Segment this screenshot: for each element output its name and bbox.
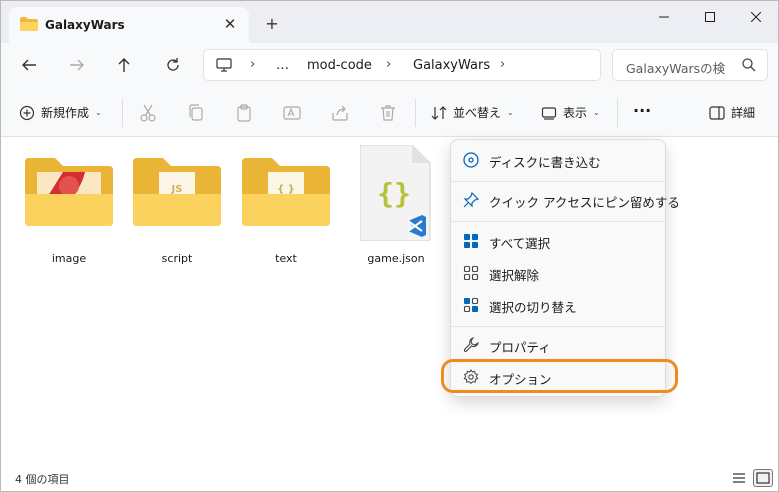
file-name: image [51,252,87,265]
view-button[interactable]: 表示 ⌄ [541,104,600,121]
refresh-button[interactable] [159,53,187,77]
paste-icon[interactable] [234,103,254,123]
wrench-icon [463,337,479,353]
command-bar: 新規作成 ⌄ 並べ替え ⌄ 表示 ⌄ ··· 詳細 [1,89,778,137]
new-label: 新規作成 [41,106,90,120]
up-button[interactable] [110,53,138,77]
file-name: script [161,252,193,265]
refresh-icon [167,58,179,71]
breadcrumb-separator-icon: › [250,57,256,72]
search-box[interactable]: GalaxyWarsの検 [612,49,768,81]
menu-divider [451,181,665,182]
details-pane-icon [709,105,725,120]
copy-icon[interactable] [186,103,206,123]
menu-divider [451,326,665,327]
menu-item-invert-selection[interactable]: 選択の切り替え [455,290,663,320]
tab-bar: GalaxyWars ✕ + [1,1,778,43]
plus-circle-icon [19,105,35,120]
menu-divider [451,221,665,222]
new-tab-button[interactable]: + [263,15,281,33]
close-tab-icon[interactable]: ✕ [221,15,239,33]
divider [122,99,123,127]
list-view-icon [733,473,745,483]
options-highlight-ring [441,359,678,393]
pin-icon [463,192,479,208]
chevron-down-icon: ⌄ [507,108,514,117]
search-icon [742,58,756,72]
menu-item-select-all[interactable]: すべて選択 [455,226,663,256]
select-all-icon [464,234,478,248]
details-view-button[interactable] [729,469,749,487]
more-options-button[interactable]: ··· [633,101,651,120]
menu-item-pin-quick-access[interactable]: クイック アクセスにピン留めする [455,185,680,215]
file-explorer-window: GalaxyWars ✕ + › … mod-code › GalaxyWars… [0,0,779,492]
folder-icon: { } [242,158,330,226]
select-none-icon [463,265,479,281]
menu-item-select-none[interactable]: 選択解除 [455,258,663,288]
chevron-down-icon: ⌄ [95,108,102,117]
menu-item-burn-to-disc[interactable]: ディスクに書き込む [455,145,663,175]
maximize-icon [705,12,715,22]
invert-selection-icon [463,297,479,313]
disc-icon [463,152,479,168]
search-placeholder: GalaxyWarsの検 [626,61,726,76]
status-bar: 4 個の項目 [1,463,778,491]
sort-label: 並べ替え [453,106,502,120]
menu-item-label: ディスクに書き込む [489,155,601,170]
breadcrumb-separator-icon: › [386,57,392,72]
address-row: › … mod-code › GalaxyWars › GalaxyWarsの検 [1,43,778,89]
share-icon[interactable] [330,103,350,123]
computer-icon [216,58,232,72]
divider [617,99,618,127]
trash-icon[interactable] [378,103,398,123]
breadcrumb-galaxywars[interactable]: GalaxyWars [413,58,490,73]
tiles-view-icon [756,472,770,484]
svg-text:{}: {} [377,177,411,210]
item-count: 4 個の項目 [15,473,70,486]
details-label: 詳細 [731,106,756,120]
folder-icon [25,158,113,226]
details-button[interactable]: 詳細 [709,104,755,121]
cut-icon[interactable] [138,103,158,123]
close-icon [750,11,762,23]
rename-icon[interactable] [282,103,302,123]
arrow-up-icon [118,58,130,72]
menu-item-label: プロパティ [489,340,551,355]
sort-icon [431,105,447,120]
view-label: 表示 [563,106,588,120]
back-button[interactable] [15,53,43,77]
tab-galaxywars[interactable]: GalaxyWars ✕ [9,7,249,43]
menu-item-label: 選択の切り替え [489,300,577,315]
file-name: game.json [367,252,425,265]
breadcrumb-mod-code[interactable]: mod-code [307,58,372,73]
sort-button[interactable]: 並べ替え ⌄ [431,104,514,121]
arrow-left-icon [22,59,36,71]
view-icon [541,106,557,120]
file-name: text [275,252,297,265]
json-file-icon: {} [360,145,431,241]
svg-text:JS: JS [171,184,183,195]
minimize-icon [659,16,669,18]
new-button[interactable]: 新規作成 ⌄ [19,104,102,121]
maximize-button[interactable] [687,1,733,33]
menu-item-label: クイック アクセスにピン留めする [489,195,680,210]
tab-title: GalaxyWars [45,18,125,32]
arrow-right-icon [70,59,84,71]
chevron-down-icon: ⌄ [593,108,600,117]
close-window-button[interactable] [733,1,778,33]
forward-button[interactable] [63,53,91,77]
breadcrumb-overflow[interactable]: … [276,58,289,73]
breadcrumb-separator-icon: › [500,57,506,72]
svg-text:{ }: { } [277,184,295,195]
menu-item-label: 選択解除 [489,268,540,283]
minimize-button[interactable] [641,1,687,33]
folder-icon [20,17,38,31]
divider [415,99,416,127]
menu-item-properties[interactable]: プロパティ [455,330,663,360]
menu-item-label: すべて選択 [489,236,551,251]
address-bar[interactable]: › … mod-code › GalaxyWars › [203,49,601,81]
folder-icon: JS [133,158,221,226]
large-icons-view-button[interactable] [753,469,773,487]
